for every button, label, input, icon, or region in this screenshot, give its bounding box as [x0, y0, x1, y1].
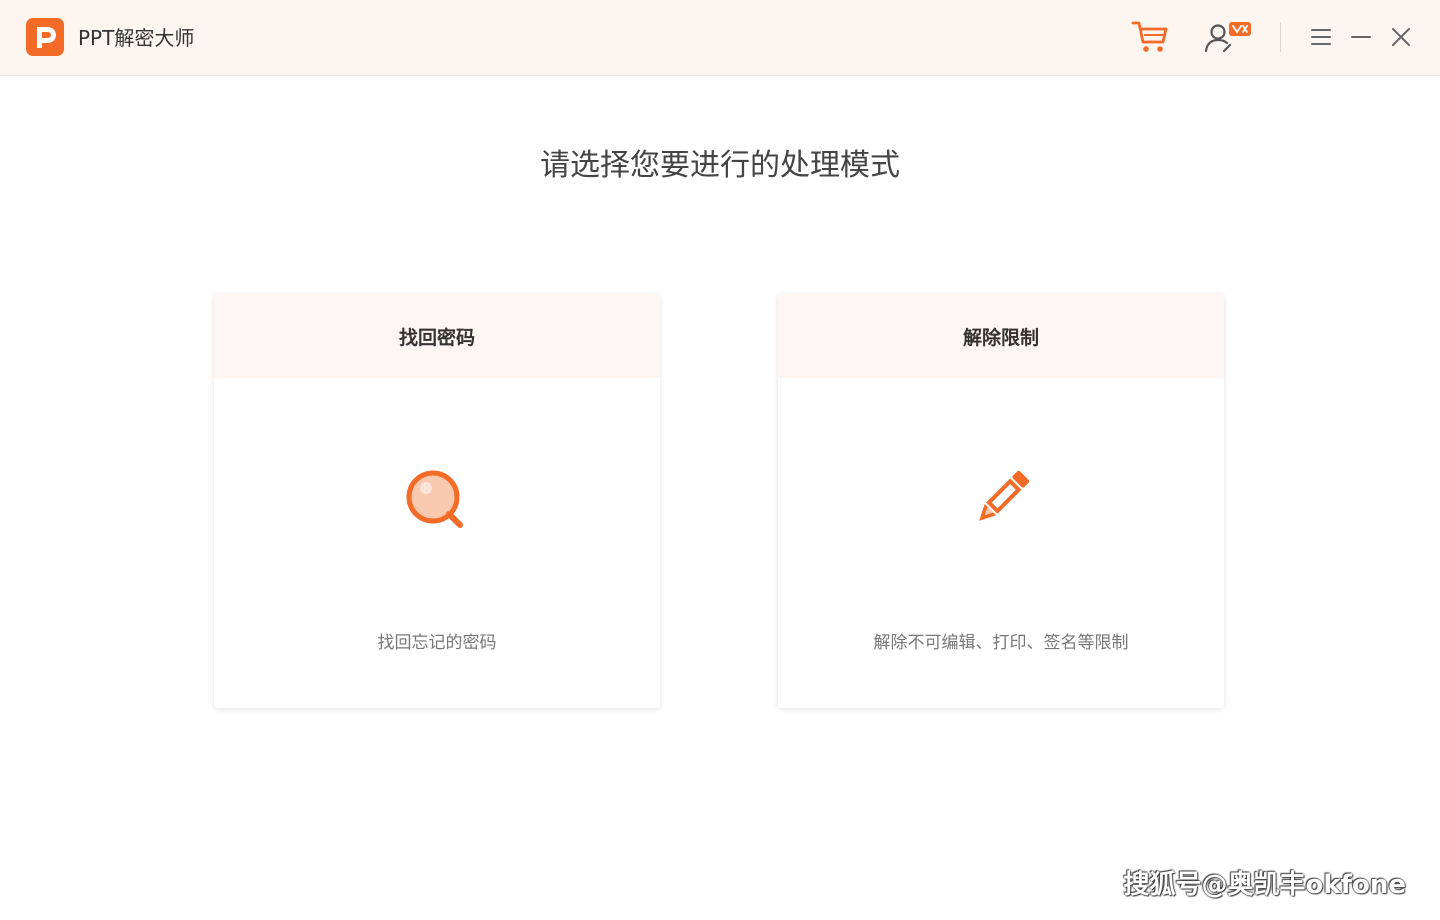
app-logo-icon [26, 18, 64, 56]
card-description: 解除不可编辑、打印、签名等限制 [873, 633, 1129, 653]
watermark: 搜狐号@奥凯丰okfone [1123, 870, 1406, 900]
menu-icon[interactable] [1308, 24, 1334, 50]
user-icon[interactable] [1200, 18, 1256, 56]
cart-icon[interactable] [1130, 18, 1170, 56]
card-title: 解除限制 [778, 294, 1224, 378]
page-title: 请选择您要进行的处理模式 [540, 148, 900, 183]
app-title: PPT解密大师 [78, 26, 195, 50]
pencil-icon [966, 464, 1036, 534]
app-window: PPT解密大师 请选择您要进行的处理模式 找回密码 找回忘记的密码 解除限制 解… [0, 0, 1440, 920]
card-title: 找回密码 [214, 294, 660, 378]
close-icon[interactable] [1388, 24, 1414, 50]
search-icon [402, 464, 472, 534]
titlebar-divider [1280, 22, 1281, 52]
minimize-icon[interactable] [1348, 24, 1374, 50]
recover-password-card[interactable]: 找回密码 找回忘记的密码 [214, 294, 660, 708]
remove-restrictions-card[interactable]: 解除限制 解除不可编辑、打印、签名等限制 [778, 294, 1224, 708]
card-description: 找回忘记的密码 [377, 633, 497, 653]
titlebar: PPT解密大师 [0, 0, 1440, 76]
